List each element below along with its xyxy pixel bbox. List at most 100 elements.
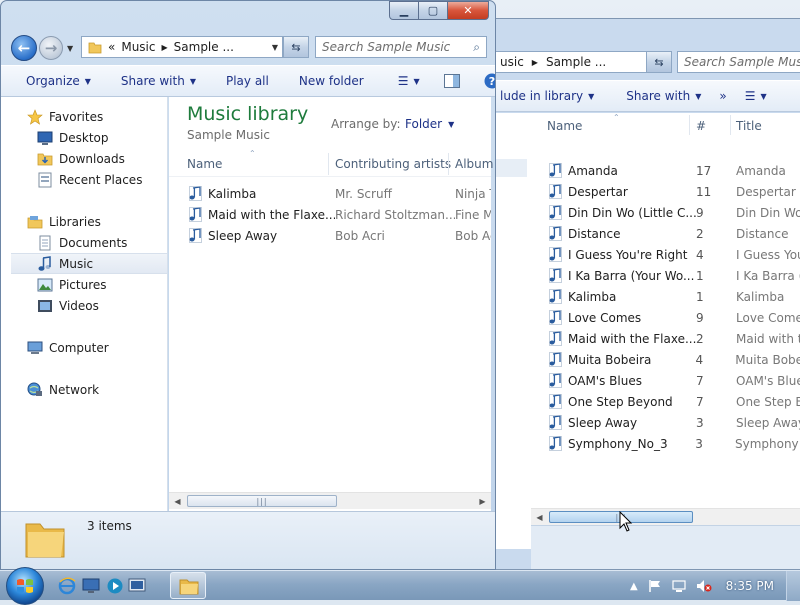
- maximize-button[interactable]: ▢: [418, 1, 448, 20]
- back-table-row[interactable]: Sleep Away 3 Sleep Away: [549, 412, 800, 433]
- search-input[interactable]: Search Sample Music ⌕: [315, 36, 487, 58]
- minimize-button[interactable]: ▁: [389, 1, 419, 20]
- back-table-row[interactable]: Kalimba 1 Kalimba: [549, 286, 800, 307]
- cell-number: 1: [696, 289, 704, 304]
- address-overflow-chevron[interactable]: «: [108, 40, 115, 54]
- taskbar-explorer-button[interactable]: [170, 572, 206, 599]
- back-table-row[interactable]: One Step Beyond 7 One Step Be: [549, 391, 800, 412]
- sidebar-label: Computer: [49, 340, 109, 355]
- search-icon: ⌕: [473, 39, 480, 54]
- change-view-button[interactable]: ☰ ▼: [736, 89, 776, 103]
- share-with-button[interactable]: Share with ▼: [112, 74, 205, 88]
- help-button[interactable]: ?: [475, 73, 495, 89]
- sidebar-label: Pictures: [59, 277, 107, 292]
- column-album[interactable]: Album: [455, 157, 493, 171]
- start-button[interactable]: [6, 567, 44, 605]
- change-view-button[interactable]: ☰ ▼: [389, 74, 429, 88]
- sort-ascending-icon: ⌃: [613, 113, 620, 122]
- audio-file-icon: [189, 186, 202, 201]
- cell-number: 4: [696, 247, 704, 262]
- action-center-flag-icon[interactable]: [648, 579, 662, 593]
- more-commands-button[interactable]: »: [710, 89, 735, 103]
- scroll-thumb[interactable]: |||: [187, 495, 337, 507]
- new-folder-button[interactable]: New folder: [290, 74, 373, 88]
- taskbar-show-desktop-app[interactable]: [80, 575, 102, 597]
- back-horizontal-scrollbar[interactable]: ◀ |||: [531, 508, 800, 525]
- front-explorer-window[interactable]: ▁ ▢ ✕ ← → ▼ « Music ▶ Sample ... ▼ ⇆ Sea…: [0, 0, 496, 570]
- cell-name: Despertar: [568, 184, 628, 199]
- address-bar[interactable]: « Music ▶ Sample ... ▼: [81, 36, 283, 58]
- forward-button[interactable]: →: [39, 36, 63, 60]
- close-button[interactable]: ✕: [447, 1, 489, 20]
- cell-name: Maid with the Flaxe...: [568, 331, 696, 346]
- audio-file-icon: [549, 247, 562, 262]
- horizontal-scrollbar[interactable]: ◀ ||| ▶: [169, 492, 491, 509]
- address-segment-music[interactable]: Music: [121, 40, 155, 54]
- play-all-button[interactable]: Play all: [217, 74, 278, 88]
- back-column-number[interactable]: #: [696, 119, 706, 133]
- column-contributing-artists[interactable]: Contributing artists: [335, 157, 451, 171]
- show-desktop-button[interactable]: [786, 571, 800, 601]
- back-search-input[interactable]: Search Sample Music: [677, 51, 800, 73]
- windows-logo-icon: [17, 579, 33, 593]
- scroll-left-icon[interactable]: ◀: [531, 509, 548, 525]
- back-table-row[interactable]: Distance 2 Distance: [549, 223, 800, 244]
- back-explorer-window[interactable]: usic ▶ Sample ... ▼ ⇆ Search Sample Musi…: [470, 18, 800, 570]
- sidebar-item-music[interactable]: Music: [11, 253, 167, 274]
- back-address-segment-music[interactable]: usic: [500, 55, 524, 69]
- recent-pages-dropdown-icon[interactable]: ▼: [67, 44, 73, 53]
- address-segment-sample-music[interactable]: Sample ...: [174, 40, 234, 54]
- cell-number: 3: [696, 415, 704, 430]
- cell-name: Sleep Away: [568, 415, 638, 430]
- table-row[interactable]: Maid with the Flaxe... Richard Stoltzman.…: [189, 204, 491, 225]
- cell-title: Sleep Away: [736, 415, 800, 430]
- refresh-icon: ⇆: [654, 55, 664, 69]
- chevron-down-icon[interactable]: ▼: [272, 43, 278, 52]
- organize-button[interactable]: Organize ▼: [17, 74, 100, 88]
- table-row[interactable]: Sleep Away Bob Acri Bob Ac: [189, 225, 491, 246]
- scroll-right-icon[interactable]: ▶: [474, 493, 491, 509]
- back-address-bar[interactable]: usic ▶ Sample ... ▼: [493, 51, 663, 73]
- back-table-row[interactable]: Symphony_No_3 3 Symphony N: [549, 433, 800, 454]
- back-table-row[interactable]: Din Din Wo (Little C... 9 Din Din Wo: [549, 202, 800, 223]
- scroll-left-icon[interactable]: ◀: [169, 493, 186, 509]
- folder-large-icon: [25, 523, 65, 558]
- cell-name: One Step Beyond: [568, 394, 673, 409]
- chevron-down-icon: ▼: [189, 76, 196, 86]
- back-table-row[interactable]: OAM's Blues 7 OAM's Blues: [549, 370, 800, 391]
- back-button[interactable]: ←: [11, 35, 37, 61]
- back-column-name[interactable]: Name: [547, 119, 582, 133]
- table-row[interactable]: Kalimba Mr. Scruff Ninja T: [189, 183, 491, 204]
- show-hidden-icons-icon[interactable]: ▲: [630, 581, 638, 592]
- back-table-row[interactable]: Amanda 17 Amanda: [549, 160, 800, 181]
- item-count: 3 items: [87, 519, 132, 533]
- taskbar-internet-explorer[interactable]: [56, 575, 78, 597]
- back-table-row[interactable]: I Ka Barra (Your Wo... 1 I Ka Barra (: [549, 265, 800, 286]
- back-refresh-button[interactable]: ⇆: [646, 51, 672, 73]
- computer-icon: [27, 341, 43, 354]
- back-table-row[interactable]: Maid with the Flaxe...2 Maid with th: [549, 328, 800, 349]
- arrange-by-dropdown[interactable]: Folder ▼: [405, 117, 454, 131]
- back-share-with-button[interactable]: Share with ▼: [617, 89, 710, 103]
- navigation-pane: Favorites Desktop Downloads Recent Place…: [1, 97, 168, 511]
- refresh-button[interactable]: ⇆: [283, 36, 309, 58]
- clock[interactable]: 8:35 PM: [726, 579, 774, 593]
- preview-pane-button[interactable]: [435, 74, 469, 88]
- volume-muted-icon[interactable]: [696, 579, 712, 593]
- sidebar-label: Music: [59, 256, 94, 271]
- back-table-row[interactable]: I Guess You're Right 4 I Guess You': [549, 244, 800, 265]
- cell-number: 2: [696, 331, 704, 346]
- back-table-row[interactable]: Muita Bobeira 4 Muita Bobeir: [549, 349, 800, 370]
- back-table-row[interactable]: Despertar 11 Despertar: [549, 181, 800, 202]
- back-address-segment-sample[interactable]: Sample ...: [546, 55, 606, 69]
- taskbar-media-app[interactable]: [104, 575, 126, 597]
- pictures-icon: [37, 278, 53, 291]
- taskbar-remote-app[interactable]: [126, 575, 148, 597]
- explorer-folder-icon: [179, 579, 199, 595]
- include-in-library-button[interactable]: lude in library ▼: [491, 89, 603, 103]
- back-column-title[interactable]: Title: [736, 119, 762, 133]
- audio-file-icon: [549, 352, 562, 367]
- column-name[interactable]: Name: [187, 157, 222, 171]
- network-status-icon[interactable]: [672, 579, 686, 593]
- back-table-row[interactable]: Love Comes 9 Love Comes: [549, 307, 800, 328]
